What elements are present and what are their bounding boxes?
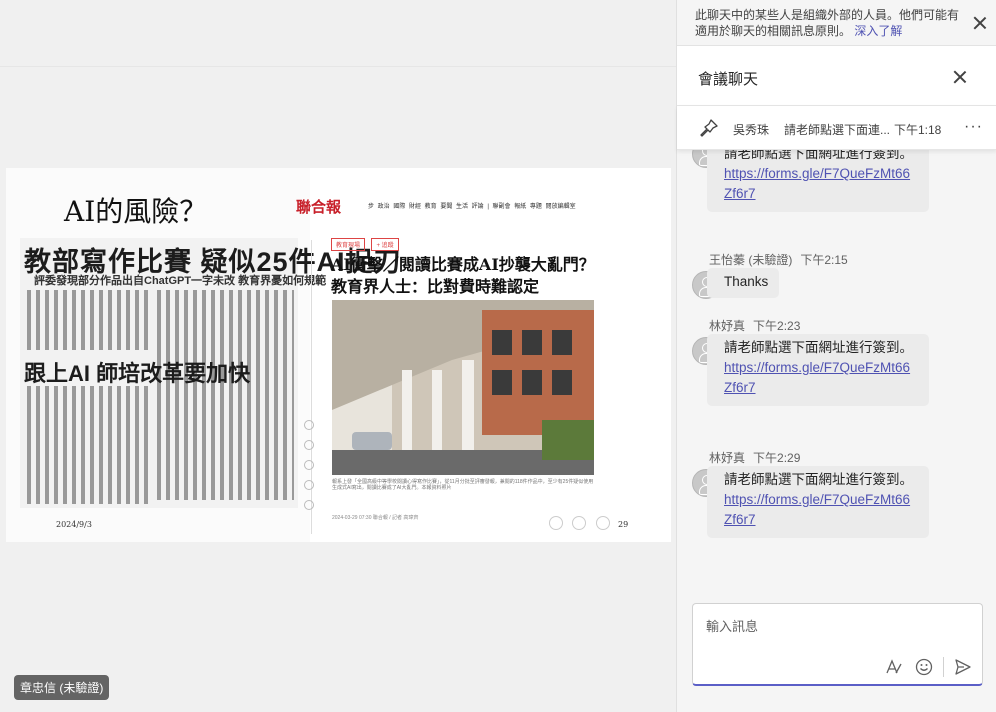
chat-header: 會議聊天 xyxy=(677,46,996,106)
pinned-message-preview: 請老師點選下面連... xyxy=(784,123,891,137)
sender-name: 王怡蓁 (未驗證) xyxy=(709,253,793,267)
compose-toolbar xyxy=(875,656,974,678)
message-sender: 林妤真 下午2:23 xyxy=(709,317,800,334)
share-icon xyxy=(304,500,314,510)
article-title-line-2: 教育界人士：比對費時難認定 xyxy=(331,277,540,296)
slide-date: 2024/9/3 xyxy=(56,520,92,529)
external-people-banner: 此聊天中的某些人是組織外部的人員。他們可能有適用於聊天的相關訊息原則。 深入了解 xyxy=(677,0,996,46)
article-title-line-1: AI衝擊／閱讀比賽成AI抄襲大亂門？ xyxy=(331,255,595,274)
stage-divider xyxy=(0,66,676,67)
chat-message[interactable]: Thanks xyxy=(707,268,779,298)
pinned-author: 吳秀珠 xyxy=(733,123,770,137)
banner-text: 此聊天中的某些人是組織外部的人員。他們可能有適用於聊天的相關訊息原則。 深入了解 xyxy=(695,7,965,39)
message-text: 請老師點選下面網址進行簽到。 xyxy=(724,472,913,487)
pinned-time: 下午1:18 xyxy=(894,123,942,137)
audio-icon xyxy=(549,516,563,530)
font-size-icon xyxy=(595,516,610,530)
article-tags: 教育現場 + 追蹤 xyxy=(331,234,401,252)
chat-message[interactable]: 請老師點選下面網址進行簽到。 https://forms.gle/F7QueFz… xyxy=(707,150,929,212)
clipping-headline-2: 跟上AI 師培改革要加快 xyxy=(24,361,251,386)
message-text: 請老師點選下面網址進行簽到。 xyxy=(724,150,913,161)
clipping-body-text xyxy=(154,290,294,500)
presenter-name-badge: 章忠信 (未驗證) xyxy=(14,675,110,700)
send-icon[interactable] xyxy=(952,656,974,678)
pin-icon xyxy=(700,119,718,137)
meeting-chat-pane: 此聊天中的某些人是組織外部的人員。他們可能有適用於聊天的相關訊息原則。 深入了解… xyxy=(676,0,996,712)
sender-name: 林妤真 xyxy=(709,451,746,465)
message-sender: 林妤真 下午2:29 xyxy=(709,449,800,466)
share-icon xyxy=(304,440,314,450)
pinned-message-bar[interactable]: 吳秀珠 請老師點選下面連... 下午1:18 ··· xyxy=(677,106,996,150)
toolbar-divider xyxy=(943,657,944,677)
message-text: 請老師點選下面網址進行簽到。 xyxy=(724,340,913,355)
message-input[interactable]: 輸入訊息 xyxy=(706,616,758,635)
learn-more-link[interactable]: 深入了解 xyxy=(854,24,902,38)
article-tag: + 追蹤 xyxy=(371,238,399,251)
chat-message-list[interactable]: 請老師點選下面網址進行簽到。 https://forms.gle/F7QueFz… xyxy=(677,150,996,596)
message-link[interactable]: https://forms.gle/F7QueFzMt66Zf6r7 xyxy=(724,490,917,530)
chat-title: 會議聊天 xyxy=(698,71,759,88)
slide-title: AI的風險？ xyxy=(64,195,208,228)
share-icon xyxy=(304,460,314,470)
format-icon[interactable] xyxy=(883,656,905,678)
slide-left-column: AI的風險？ 教部寫作比賽 疑似25件AI捉刀 評委發現部分作品出自ChatGP… xyxy=(6,168,401,542)
article-tag: 教育現場 xyxy=(331,238,366,251)
message-time: 下午2:15 xyxy=(800,253,848,267)
newspaper-brand-logo: 聯合報 xyxy=(296,198,342,216)
newspaper-clipping: 教部寫作比賽 疑似25件AI捉刀 評委發現部分作品出自ChatGPT一字未改 教… xyxy=(20,238,401,508)
banner-message: 此聊天中的某些人是組織外部的人員。他們可能有適用於聊天的相關訊息原則。 xyxy=(695,8,960,38)
newspaper-nav: 步 政治 國際 財經 教育 要聞 生活 評論 | 聯副會 報紙 專題 閱放編輯室 xyxy=(368,204,576,210)
slide-article-screenshot: 聯合報 步 政治 國際 財經 教育 要聞 生活 評論 | 聯副會 報紙 專題 閱… xyxy=(296,168,671,542)
more-options-icon[interactable]: ··· xyxy=(964,118,983,136)
article-photo xyxy=(332,300,594,475)
article-meta: 2024-03-29 07:30 聯合報 / 記者 高瑋齊 xyxy=(332,515,419,521)
close-chat-icon[interactable] xyxy=(953,70,967,84)
share-icons-column xyxy=(304,420,320,520)
article-title: AI衝擊／閱讀比賽成AI抄襲大亂門？ 教育界人士：比對費時難認定 xyxy=(331,254,621,298)
message-link[interactable]: https://forms.gle/F7QueFzMt66Zf6r7 xyxy=(724,358,917,398)
chat-message[interactable]: 請老師點選下面網址進行簽到。 https://forms.gle/F7QueFz… xyxy=(707,334,929,406)
share-icon xyxy=(304,420,314,430)
message-link[interactable]: https://forms.gle/F7QueFzMt66Zf6r7 xyxy=(724,164,917,204)
chat-message[interactable]: 請老師點選下面網址進行簽到。 https://forms.gle/F7QueFz… xyxy=(707,466,929,538)
emoji-icon[interactable] xyxy=(913,656,935,678)
message-sender: 王怡蓁 (未驗證) 下午2:15 xyxy=(709,251,848,268)
clipping-subheadline: 評委發現部分作品出自ChatGPT一字未改 教育界憂如何規範 xyxy=(34,275,327,287)
bookmark-icon xyxy=(572,516,587,530)
compose-box[interactable]: 輸入訊息 xyxy=(692,603,983,686)
clipping-body-text xyxy=(24,386,148,504)
share-icon xyxy=(304,480,314,490)
sender-name: 林妤真 xyxy=(709,319,746,333)
photo-caption: 報系上發「全國高級中等學校閱讀心得寫作比賽」，從11月分批至評審發報，兼閱的11… xyxy=(332,479,594,491)
message-text: Thanks xyxy=(724,274,769,289)
shared-slide: AI的風險？ 教部寫作比賽 疑似25件AI捉刀 評委發現部分作品出自ChatGP… xyxy=(6,168,671,542)
close-banner-icon[interactable] xyxy=(973,16,987,30)
message-time: 下午2:29 xyxy=(753,451,801,465)
shared-screen-stage: AI的風險？ 教部寫作比賽 疑似25件AI捉刀 評委發現部分作品出自ChatGP… xyxy=(0,0,676,712)
clipping-body-text xyxy=(24,290,148,350)
article-action-icons xyxy=(544,516,610,535)
message-time: 下午2:23 xyxy=(753,319,801,333)
slide-page-number: 29 xyxy=(618,520,629,529)
